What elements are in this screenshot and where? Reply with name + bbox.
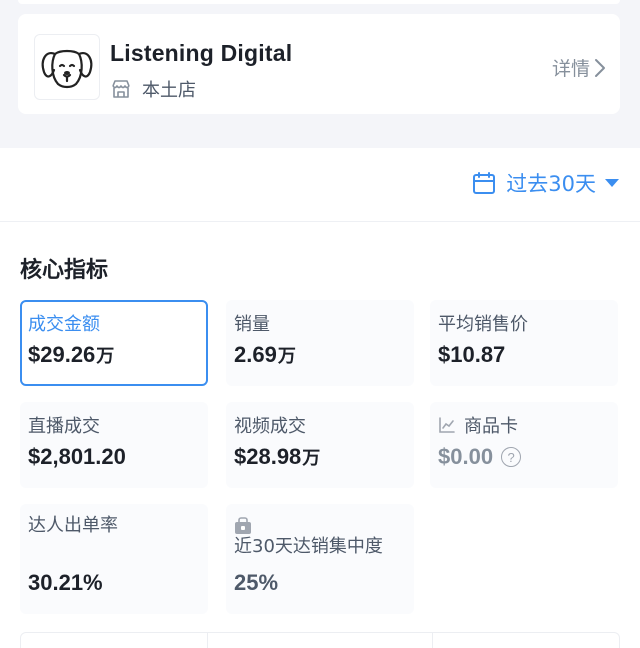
metric-label: 平均销售价 (438, 314, 528, 335)
metric-number: 25% (234, 570, 279, 595)
metric-value: 25% (234, 570, 278, 596)
metric-label: 销量 (234, 314, 270, 335)
store-type: 本土店 (110, 76, 196, 102)
metric-number: $10.87 (438, 342, 506, 367)
data-panel: 过去30天 核心指标 成交金额 $29.26 万 销量 2.69 万 平均销售价 $… (0, 148, 640, 648)
shop-name: Listening Digital (110, 40, 293, 66)
next-section-divider (207, 633, 433, 648)
metric-product-card[interactable]: 商品卡 $0.00 ? (430, 402, 618, 488)
metric-label: 达人出单率 (28, 515, 118, 536)
metric-value: $10.87 (438, 342, 505, 368)
shop-card: Listening Digital 本土店 详情 (18, 14, 620, 114)
date-range-dropdown[interactable]: 过去30天 (472, 168, 620, 198)
metric-label: 成交金额 (28, 314, 100, 335)
chart-icon (439, 417, 455, 433)
metric-number: 30.21% (28, 570, 103, 595)
metric-label: 近30天达销集中度 (234, 514, 404, 559)
metric-average-price[interactable]: 平均销售价 $10.87 (430, 300, 618, 386)
chevron-right-icon (595, 58, 605, 77)
metric-value: $2,801.20 (28, 444, 126, 470)
metric-number: $0.00 (438, 444, 494, 469)
top-card-edge (18, 0, 620, 4)
section-title: 核心指标 (20, 258, 109, 283)
metric-label: 视频成交 (234, 416, 306, 437)
metric-label: 商品卡 (438, 412, 518, 438)
metric-unit: 万 (277, 346, 296, 367)
lock-box-icon (235, 517, 251, 534)
metric-number: $2,801.20 (28, 444, 126, 469)
calendar-icon (473, 172, 496, 194)
metric-creator-concentration[interactable]: 近30天达销集中度 25% (226, 504, 414, 614)
filter-bar: 过去30天 (0, 148, 640, 222)
metric-label: 直播成交 (28, 416, 100, 437)
metric-value: $28.98 万 (234, 444, 320, 470)
metric-unit: 万 (96, 346, 115, 367)
next-section-edge (20, 632, 620, 648)
metric-number: 2.69 (234, 342, 277, 367)
metric-value: 30.21% (28, 570, 103, 596)
metric-number: $29.26 (28, 342, 96, 367)
metric-sales-volume[interactable]: 销量 2.69 万 (226, 300, 414, 386)
metric-label-text: 近30天达销集中度 (234, 536, 383, 557)
caret-down-icon (605, 179, 619, 187)
metric-value: $0.00 ? (438, 444, 522, 470)
help-icon[interactable]: ? (501, 447, 522, 467)
date-range-label: 过去30天 (506, 172, 596, 196)
metric-creator-order-rate[interactable]: 达人出单率 30.21% (20, 504, 208, 614)
metric-value: $29.26 万 (28, 342, 114, 368)
store-type-label: 本土店 (142, 80, 196, 101)
shop-icon (112, 80, 130, 98)
metric-gmv[interactable]: 成交金额 $29.26 万 (20, 300, 208, 386)
shop-detail-link[interactable]: 详情 (552, 54, 606, 81)
metric-label-text: 商品卡 (464, 416, 518, 437)
metric-live-sales[interactable]: 直播成交 $2,801.20 (20, 402, 208, 488)
metric-unit: 万 (302, 448, 321, 469)
dog-logo-icon (34, 34, 100, 100)
metric-number: $28.98 (234, 444, 302, 469)
detail-link-label: 详情 (551, 58, 590, 80)
metric-value: 2.69 万 (234, 342, 296, 368)
metric-video-sales[interactable]: 视频成交 $28.98 万 (226, 402, 414, 488)
